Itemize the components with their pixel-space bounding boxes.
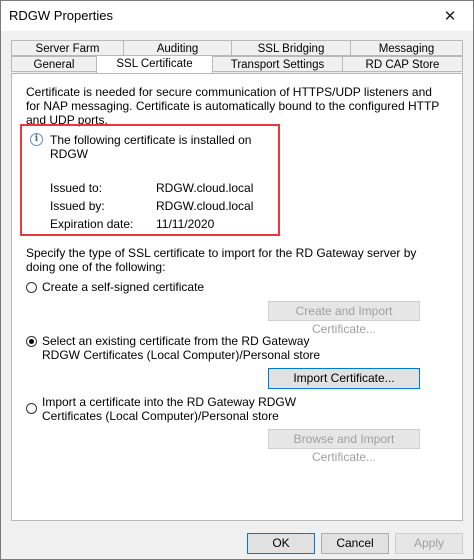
expiration-date-label: Expiration date: <box>50 217 134 231</box>
intro-text: Certificate is needed for secure communi… <box>26 85 440 127</box>
tab-ssl-certificate[interactable]: SSL Certificate <box>96 55 213 73</box>
tab-transport-settings[interactable]: Transport Settings <box>212 56 343 72</box>
tab-strip: Server Farm Auditing SSL Bridging Messag… <box>11 40 463 73</box>
info-icon: i <box>30 133 43 146</box>
expiration-date-value: 11/11/2020 <box>156 217 215 231</box>
tab-ssl-bridging[interactable]: SSL Bridging <box>231 40 351 56</box>
issued-by-value: RDGW.cloud.local <box>156 199 254 213</box>
radio-self-signed[interactable] <box>26 282 37 293</box>
installed-certificate-heading: The following certificate is installed o… <box>50 133 252 161</box>
ssl-certificate-panel: Certificate is needed for secure communi… <box>11 73 463 521</box>
apply-button[interactable]: Apply <box>395 533 463 554</box>
issued-to-label: Issued to: <box>50 181 103 195</box>
title-bar[interactable]: RDGW Properties ✕ <box>1 1 473 31</box>
radio-select-existing[interactable] <box>26 336 37 347</box>
option-self-signed-label[interactable]: Create a self-signed certificate <box>42 280 342 294</box>
ok-button[interactable]: OK <box>247 533 315 554</box>
cancel-button[interactable]: Cancel <box>321 533 389 554</box>
instruction-text: Specify the type of SSL certificate to i… <box>26 246 417 274</box>
issued-by-label: Issued by: <box>50 199 105 213</box>
create-and-import-certificate-button[interactable]: Create and Import Certificate... <box>268 301 420 336</box>
option-import-certificate-label[interactable]: Import a certificate into the RD Gateway… <box>42 395 342 423</box>
issued-to-value: RDGW.cloud.local <box>156 181 254 195</box>
tab-auditing[interactable]: Auditing <box>123 40 232 56</box>
window-title: RDGW Properties <box>9 8 114 23</box>
certificate-info-box: i The following certificate is installed… <box>20 124 280 236</box>
tab-messaging[interactable]: Messaging <box>350 40 463 56</box>
tab-server-farm[interactable]: Server Farm <box>11 40 124 56</box>
browse-and-import-certificate-button[interactable]: Browse and Import Certificate... <box>268 429 420 464</box>
close-icon[interactable]: ✕ <box>427 1 473 31</box>
tab-general[interactable]: General <box>11 56 97 72</box>
option-select-existing-label[interactable]: Select an existing certificate from the … <box>42 334 342 362</box>
import-certificate-button[interactable]: Import Certificate... <box>268 368 420 389</box>
radio-import-certificate[interactable] <box>26 403 37 414</box>
properties-dialog: RDGW Properties ✕ Server Farm Auditing S… <box>0 0 474 560</box>
tab-rd-cap-store[interactable]: RD CAP Store <box>342 56 463 72</box>
